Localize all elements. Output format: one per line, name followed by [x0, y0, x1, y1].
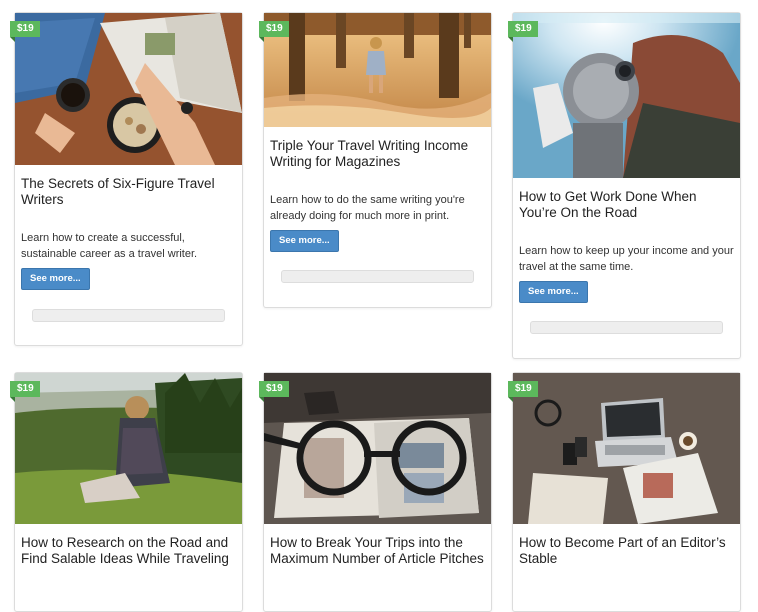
card-title[interactable]: How to Break Your Trips into the Maximum… [270, 535, 485, 567]
product-card[interactable]: $19 The Secrets of Six-Figure Travel Wri… [10, 12, 243, 346]
card-description: Learn how to do the same writing you're … [270, 194, 465, 222]
card-title[interactable]: Triple Your Travel Writing Income Writin… [270, 138, 485, 170]
price-badge: $19 [508, 21, 538, 42]
hiker-on-hill-photo[interactable] [15, 373, 242, 524]
desk-coffee-notebook-photo[interactable] [15, 13, 242, 165]
see-more-button[interactable]: See more... [270, 230, 339, 252]
product-card[interactable]: $19 How to Become Part of an Editor’s St… [508, 372, 741, 612]
card-title[interactable]: The Secrets of Six-Figure Travel Writers [21, 176, 236, 208]
laptop-travel-gear-photo[interactable] [513, 373, 740, 524]
see-more-button[interactable]: See more... [21, 268, 90, 290]
product-card[interactable]: $19 How to Break Your Trips into the Max… [259, 372, 492, 612]
card-title[interactable]: How to Get Work Done When You’re On the … [519, 189, 734, 221]
card-title[interactable]: How to Research on the Road and Find Sal… [21, 535, 236, 567]
progress-bar [530, 321, 723, 334]
girl-pier-ocean-photo[interactable] [264, 13, 491, 127]
progress-bar [281, 270, 474, 283]
price-badge: $19 [259, 21, 289, 42]
progress-bar [32, 309, 225, 322]
price-badge: $19 [10, 381, 40, 402]
card-description: Learn how to keep up your income and you… [519, 245, 734, 273]
product-card[interactable]: $19 Triple Your Travel Writing Income Wr… [259, 12, 492, 308]
price-badge: $19 [508, 381, 538, 402]
woman-binocular-viewer-photo[interactable] [513, 13, 740, 178]
card-title[interactable]: How to Become Part of an Editor’s Stable [519, 535, 734, 567]
card-description: Learn how to create a successful, sustai… [21, 232, 198, 260]
see-more-button[interactable]: See more... [519, 281, 588, 303]
price-badge: $19 [259, 381, 289, 402]
price-badge: $19 [10, 21, 40, 42]
product-card[interactable]: $19 How to Research on the Road and Find… [10, 372, 243, 612]
product-card[interactable]: $19 How to Get Work Done When You’re On … [508, 12, 741, 359]
glasses-on-magazines-photo[interactable] [264, 373, 491, 524]
